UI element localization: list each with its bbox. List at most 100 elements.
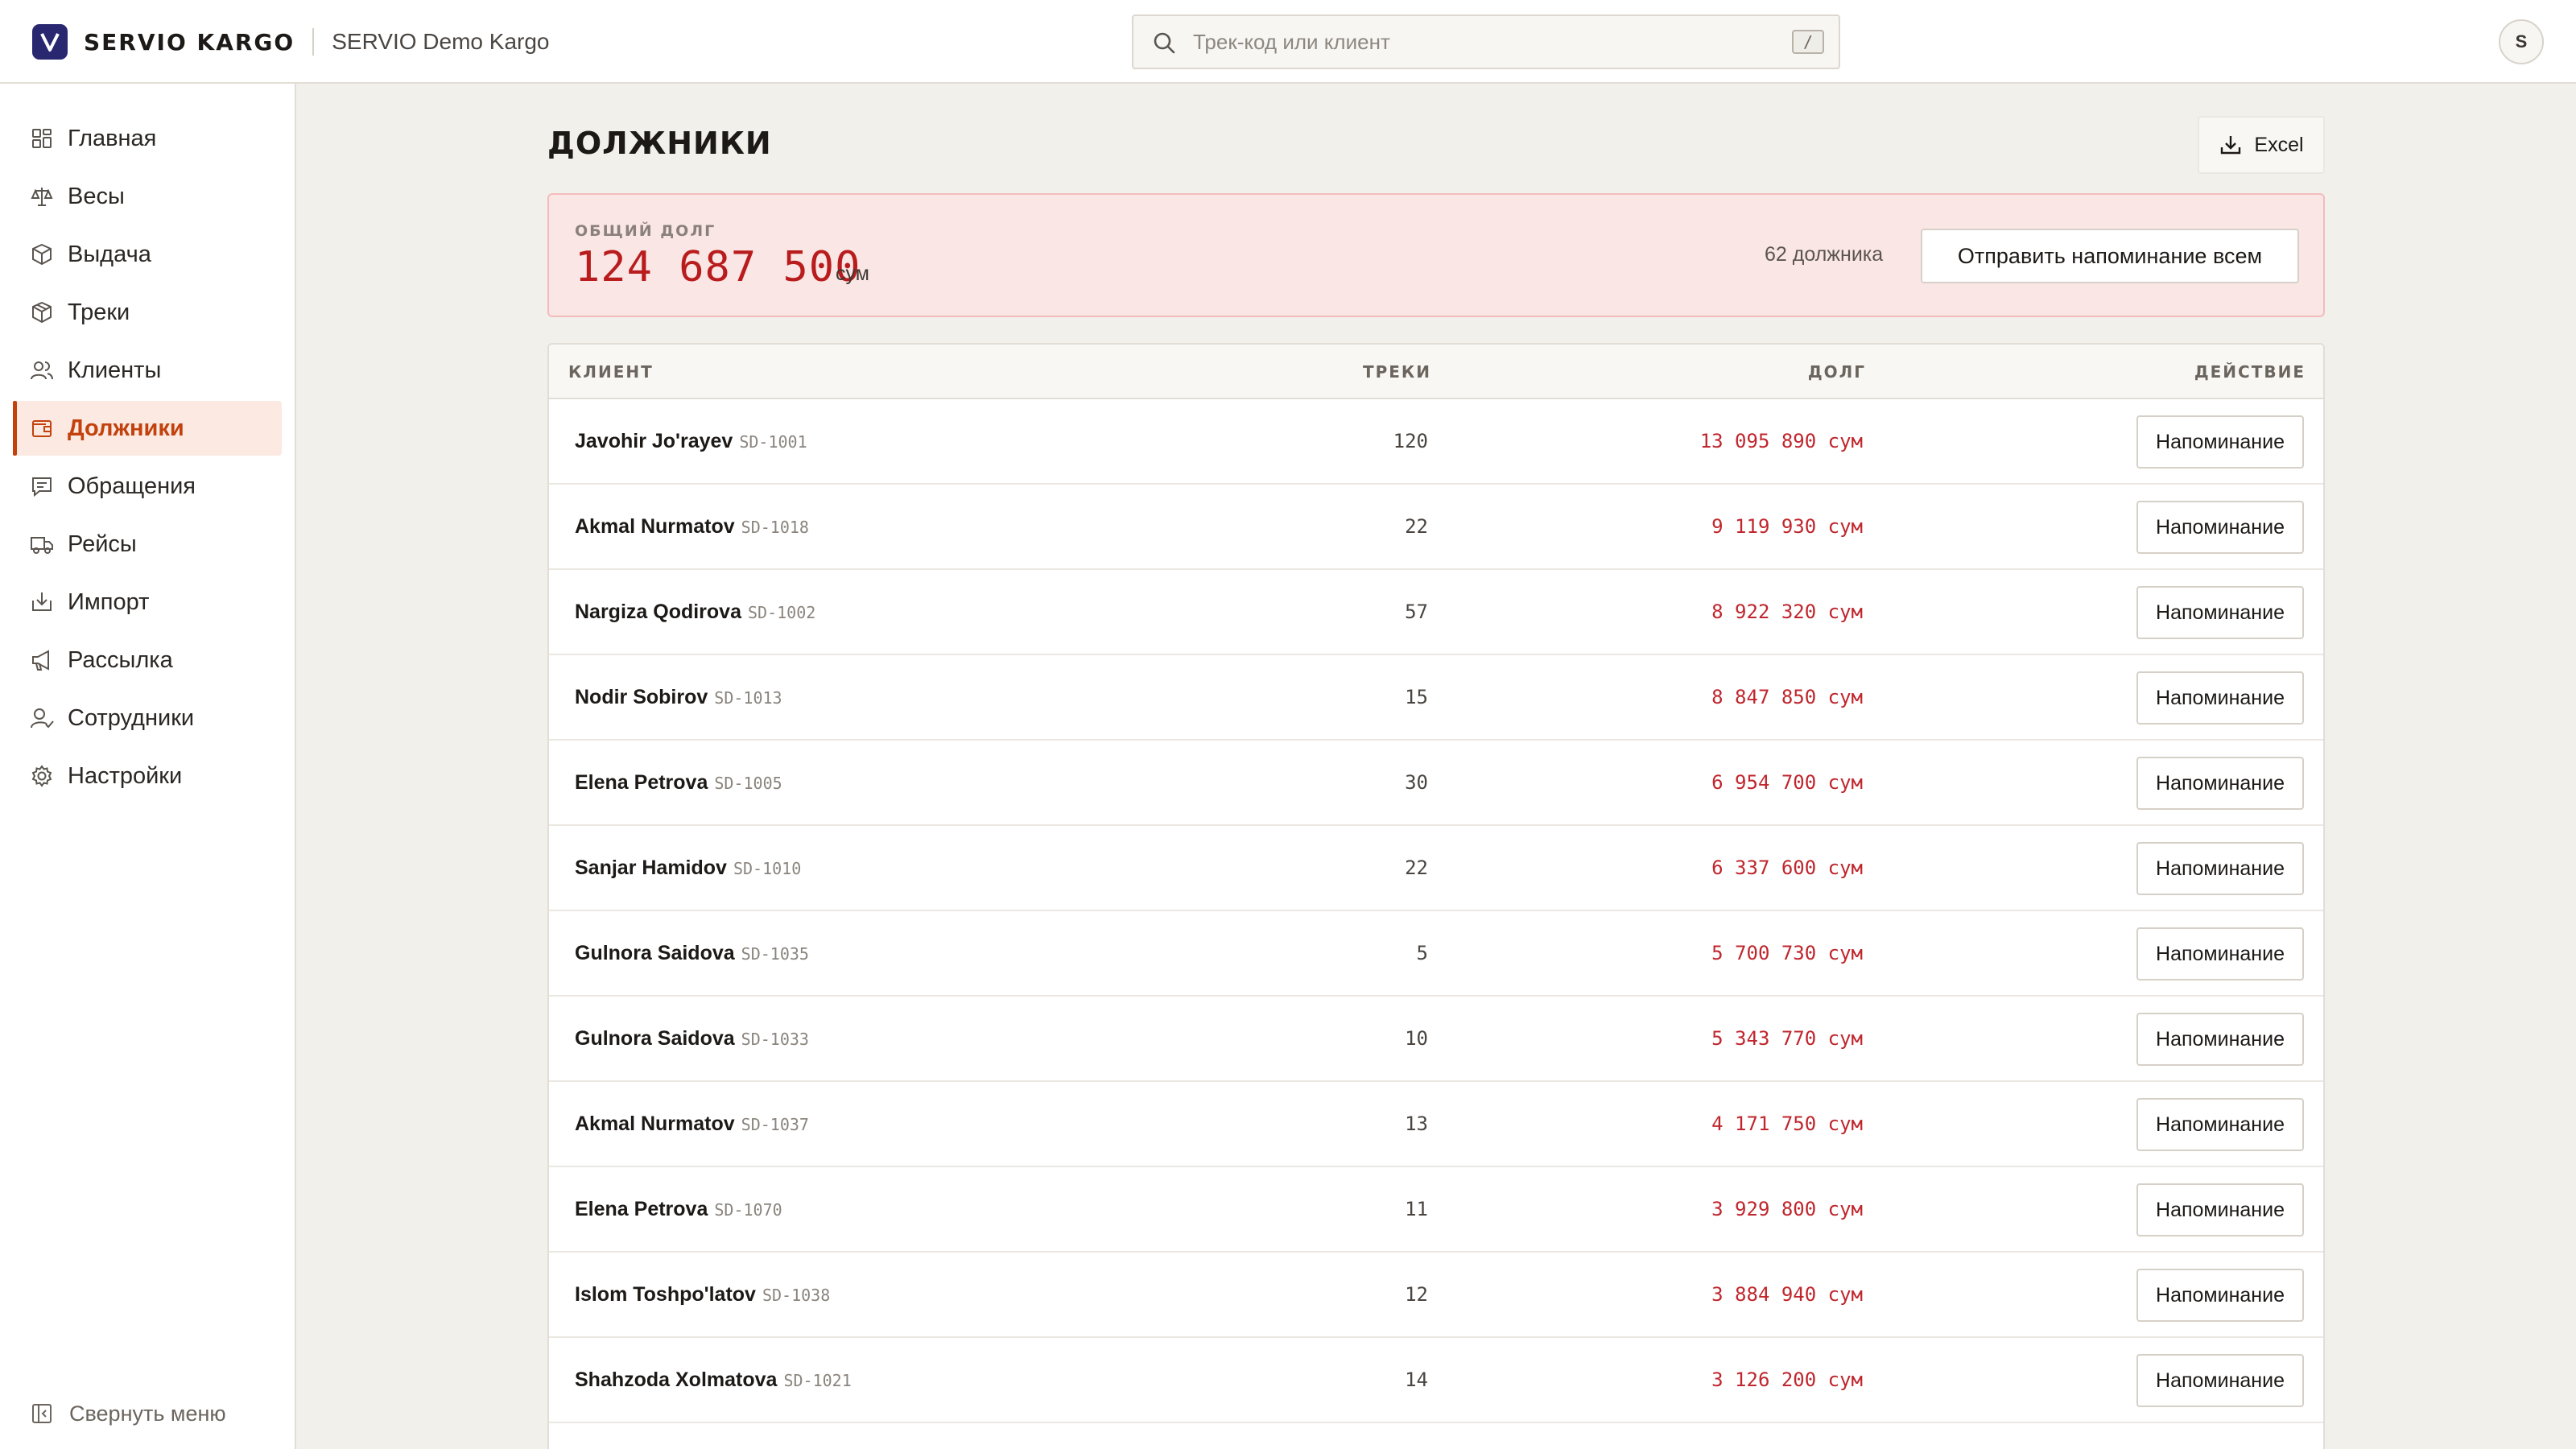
table-row[interactable]: Nodir Sobirov SD-1013 15 8 847 850 сум Напом…	[549, 655, 2323, 741]
debt-amount: 8 847 850 сум	[1711, 686, 1863, 708]
sidebar-item-label: Должники	[68, 415, 184, 441]
table-row[interactable]: Nargiza Qodirova SD-1002 57 8 922 320 сум На…	[549, 570, 2323, 655]
table-row[interactable]: Javohir Jo'rayev SD-1001 120 13 095 890 сум…	[549, 399, 2323, 485]
collapse-menu-label: Свернуть меню	[69, 1401, 226, 1426]
collapse-icon	[32, 1404, 52, 1423]
client-name[interactable]: Gulnora Saidova	[575, 1027, 735, 1051]
download-icon	[2221, 136, 2241, 155]
remind-button[interactable]: Напоминание	[2136, 1269, 2304, 1322]
client-name[interactable]: Sanjar Hamidov	[575, 857, 727, 880]
client-name[interactable]: Elena Petrova	[575, 1198, 708, 1221]
client-cell: Gulnora Saidova SD-1035	[575, 942, 809, 965]
brand[interactable]: SERVIO KARGO SERVIO Demo Kargo	[32, 24, 549, 60]
search-shortcut-hint: /	[1792, 30, 1824, 54]
client-name[interactable]: Gulnora Saidova	[575, 942, 735, 965]
client-name[interactable]: Nodir Sobirov	[575, 686, 708, 709]
client-code: SD-1013	[714, 688, 782, 708]
client-name[interactable]: Javohir Jo'rayev	[575, 430, 733, 453]
remind-button[interactable]: Напоминание	[2136, 1098, 2304, 1151]
debt-amount: 5 700 730 сум	[1711, 942, 1863, 964]
remind-all-button[interactable]: Отправить напоминание всем	[1921, 229, 2299, 283]
table-row[interactable]: Shahzoda Xolmatova SD-1021 14 3 126 200 сум…	[549, 1338, 2323, 1423]
column-header-action: ДЕЙСТВИЕ	[2194, 362, 2306, 382]
client-name[interactable]: Akmal Nurmatov	[575, 515, 735, 539]
table-row[interactable]: Gulnora Saidova SD-1035 5 5 700 730 сум Напо…	[549, 911, 2323, 997]
table-row[interactable]: Akmal Nurmatov SD-1018 22 9 119 930 сум Напо…	[549, 485, 2323, 570]
remind-button[interactable]: Напоминание	[2136, 1354, 2304, 1407]
sidebar-item-trips[interactable]: Рейсы	[13, 517, 282, 572]
truck-icon	[31, 537, 53, 554]
sidebar-item-issue[interactable]: Выдача	[13, 227, 282, 282]
tracks-count: 5	[1416, 942, 1428, 964]
client-name[interactable]: Elena Petrova	[575, 771, 708, 795]
sidebar-item-label: Выдача	[68, 241, 151, 267]
sidebar-item-debtors[interactable]: Должники	[13, 401, 282, 456]
column-header-client[interactable]: КЛИЕНТ	[568, 362, 654, 382]
table-row[interactable]: Elena Petrova SD-1005 30 6 954 700 сум Напом…	[549, 741, 2323, 826]
sidebar-item-mailing[interactable]: Рассылка	[13, 633, 282, 687]
client-cell: Akmal Nurmatov SD-1018	[575, 515, 809, 539]
client-cell: Akmal Nurmatov SD-1037	[575, 1113, 809, 1136]
debt-amount: 3 884 940 сум	[1711, 1283, 1863, 1306]
remind-button[interactable]: Напоминание	[2136, 415, 2304, 469]
sidebar-item-label: Клиенты	[68, 357, 162, 383]
sidebar-item-import[interactable]: Импорт	[13, 575, 282, 630]
sidebar-item-tracks[interactable]: Треки	[13, 285, 282, 340]
sidebar: Главная Весы Выдача Треки Клиенты Должни…	[0, 84, 296, 1449]
tracks-count: 15	[1405, 686, 1428, 708]
sidebar-item-clients[interactable]: Клиенты	[13, 343, 282, 398]
remind-button[interactable]: Напоминание	[2136, 501, 2304, 554]
remind-button[interactable]: Напоминание	[2136, 1183, 2304, 1236]
box-icon	[32, 301, 52, 324]
user-avatar[interactable]: S	[2499, 19, 2544, 64]
package-icon	[32, 243, 52, 266]
table-header: КЛИЕНТ ТРЕКИ ДОЛГ ДЕЙСТВИЕ	[549, 345, 2323, 399]
client-name[interactable]: Akmal Nurmatov	[575, 1113, 735, 1136]
debt-amount: 6 337 600 сум	[1711, 857, 1863, 879]
table-row[interactable]: Gulnora Saidova SD-1033 10 5 343 770 сум Нап…	[549, 997, 2323, 1082]
sidebar-item-home[interactable]: Главная	[13, 111, 282, 166]
page-title: ДОЛЖНИКИ	[547, 126, 772, 161]
client-cell: Elena Petrova SD-1070	[575, 1198, 782, 1221]
sidebar-item-requests[interactable]: Обращения	[13, 459, 282, 514]
table-row[interactable]: Sanjar Hamidov SD-1010 22 6 337 600 сум Напо…	[549, 826, 2323, 911]
remind-button[interactable]: Напоминание	[2136, 1013, 2304, 1066]
client-code: SD-1037	[741, 1115, 809, 1134]
client-name[interactable]: Islom Toshpo'latov	[575, 1283, 756, 1307]
column-header-tracks[interactable]: ТРЕКИ	[1363, 362, 1431, 382]
total-debt-card: ОБЩИЙ ДОЛГ 124 687 500 сум 62 должника О…	[547, 193, 2325, 317]
brand-name: SERVIO KARGO	[84, 28, 295, 56]
table-row[interactable]: Akmal Nurmatov SD-1037 13 4 171 750 сум Напо…	[549, 1082, 2323, 1167]
column-header-debt[interactable]: ДОЛГ	[1808, 362, 1866, 382]
client-name[interactable]: Nargiza Qodirova	[575, 601, 741, 624]
debtors-table: КЛИЕНТ ТРЕКИ ДОЛГ ДЕЙСТВИЕ Javohir Jo'ra…	[547, 343, 2325, 1449]
debt-amount: 3 126 200 сум	[1711, 1368, 1863, 1391]
sidebar-item-scales[interactable]: Весы	[13, 169, 282, 224]
remind-button[interactable]: Напоминание	[2136, 757, 2304, 810]
table-row[interactable]: Islom Toshpo'latov SD-1038 12 3 884 940 сум…	[549, 1253, 2323, 1338]
sidebar-item-settings[interactable]: Настройки	[13, 749, 282, 803]
debt-amount: 4 171 750 сум	[1711, 1113, 1863, 1135]
remind-button[interactable]: Напоминание	[2136, 927, 2304, 980]
total-debt-currency: сум	[836, 262, 869, 285]
remind-button[interactable]: Напоминание	[2136, 586, 2304, 639]
collapse-menu-button[interactable]: Свернуть меню	[29, 1396, 226, 1431]
search-input[interactable]	[1193, 24, 1740, 60]
sidebar-item-staff[interactable]: Сотрудники	[13, 691, 282, 745]
table-row[interactable]: Elena Petrova SD-1070 11 3 929 800 сум Напом…	[549, 1167, 2323, 1253]
client-cell: Shahzoda Xolmatova SD-1021	[575, 1368, 852, 1392]
brand-divider	[312, 28, 315, 56]
remind-button[interactable]: Напоминание	[2136, 842, 2304, 895]
debtor-count: 62 должника	[1765, 243, 1884, 266]
client-code: SD-1010	[733, 859, 802, 878]
export-excel-button[interactable]: Excel	[2198, 116, 2325, 174]
total-debt-label: ОБЩИЙ ДОЛГ	[575, 222, 716, 240]
search-box[interactable]: /	[1132, 14, 1840, 69]
tracks-count: 57	[1405, 601, 1428, 623]
dashboard-icon	[32, 129, 52, 148]
client-name[interactable]: Shahzoda Xolmatova	[575, 1368, 777, 1392]
client-cell: Sanjar Hamidov SD-1010	[575, 857, 801, 880]
debt-amount: 3 929 800 сум	[1711, 1198, 1863, 1220]
remind-button[interactable]: Напоминание	[2136, 671, 2304, 724]
top-bar: SERVIO KARGO SERVIO Demo Kargo / S	[0, 0, 2576, 84]
